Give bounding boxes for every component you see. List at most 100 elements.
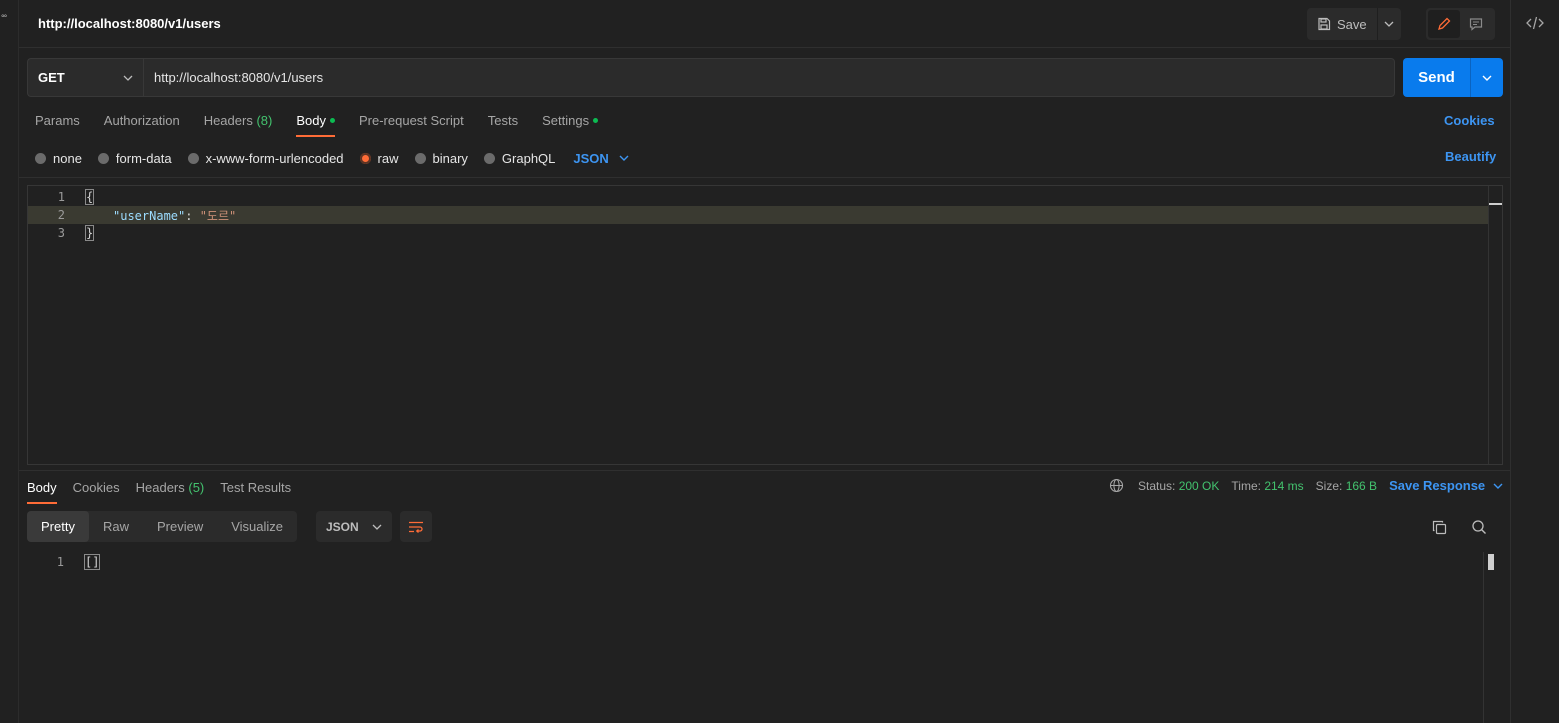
radio-circle (414, 152, 426, 164)
editor-scrollbar[interactable] (1488, 186, 1502, 464)
size-label: Size: (1315, 478, 1343, 493)
view-raw-button[interactable]: Raw (89, 511, 143, 542)
radio-urlencoded[interactable]: x-www-form-urlencoded (187, 150, 344, 166)
size-indicator[interactable]: Size: 166 B (1316, 479, 1377, 493)
tab-authorization[interactable]: Authorization (104, 110, 180, 138)
status-value: 200 OK (1178, 478, 1220, 493)
save-button[interactable]: Save (1307, 8, 1377, 40)
save-options-button[interactable] (1376, 8, 1401, 40)
radio-circle (483, 152, 495, 164)
resp-tab-cookies[interactable]: Cookies (73, 477, 120, 503)
time-label: Time: (1231, 478, 1261, 493)
radio-circle-checked (359, 152, 371, 164)
comment-mode-button[interactable] (1460, 10, 1492, 38)
body-format-label: JSON (573, 150, 609, 166)
radio-label: none (53, 150, 82, 166)
code-line-active: 2 "userName": "도르" (28, 206, 1488, 224)
body-type-options: none form-data x-www-form-urlencoded raw… (35, 149, 629, 167)
radio-circle (35, 152, 46, 164)
resp-tab-headers[interactable]: Headers (5) (136, 477, 205, 503)
tab-body[interactable]: Body (296, 110, 335, 138)
chevron-down-icon (1482, 75, 1492, 81)
radio-label: raw (377, 150, 399, 166)
code-line: 1 [] (27, 553, 1487, 571)
request-title[interactable]: http://localhost:8080/v1/users (38, 16, 221, 31)
save-label: Save (1337, 16, 1367, 32)
code-text: { (85, 189, 95, 205)
tab-params[interactable]: Params (35, 110, 80, 138)
scrollbar-thumb[interactable] (1488, 554, 1494, 570)
edit-mode-button[interactable] (1428, 10, 1460, 38)
wrap-lines-button[interactable] (400, 511, 432, 542)
scrollbar-thumb[interactable] (1489, 203, 1502, 205)
radio-binary[interactable]: binary (414, 150, 468, 166)
radio-label: GraphQL (501, 150, 556, 166)
send-options-button[interactable] (1470, 58, 1503, 97)
search-icon (1472, 520, 1486, 534)
status-indicator[interactable]: Status: 200 OK (1138, 479, 1219, 493)
request-body-editor[interactable]: 1 { 2 "userName": "도르" 3 } (27, 185, 1503, 465)
resp-tab-body[interactable]: Body (27, 477, 57, 504)
globe-icon[interactable] (1109, 478, 1124, 493)
body-format-select[interactable]: JSON (573, 150, 629, 166)
url-input[interactable] (143, 58, 1395, 97)
wrap-lines-icon (409, 521, 423, 533)
view-pretty-button[interactable]: Pretty (27, 511, 89, 542)
tab-headers[interactable]: Headers (8) (204, 110, 273, 138)
radio-form-data[interactable]: form-data (97, 151, 172, 166)
response-format-label: JSON (326, 519, 359, 534)
response-json: [] (84, 554, 101, 570)
chevron-down-icon (372, 524, 382, 530)
chevron-down-icon (1384, 21, 1394, 27)
tab-tests[interactable]: Tests (488, 110, 518, 138)
bracket-match: } (85, 225, 95, 241)
search-button[interactable] (1468, 516, 1490, 538)
request-tabs: Params Authorization Headers (8) Body Pr… (35, 110, 622, 138)
radio-graphql[interactable]: GraphQL (483, 150, 556, 166)
cookies-link[interactable]: Cookies (1444, 113, 1495, 128)
bracket-match: { (85, 189, 95, 205)
response-scrollbar[interactable] (1483, 552, 1497, 723)
left-sidebar-strip: °° (0, 0, 19, 723)
comment-icon (1469, 18, 1483, 31)
request-workspace: http://localhost:8080/v1/users Save GET … (19, 0, 1510, 723)
code-snippet-icon[interactable] (1526, 15, 1544, 31)
line-number: 1 (57, 190, 65, 204)
chevron-down-icon (123, 75, 133, 81)
radio-label: x-www-form-urlencoded (205, 150, 344, 166)
view-visualize-button[interactable]: Visualize (217, 511, 297, 542)
save-response-label: Save Response (1389, 478, 1486, 493)
view-preview-button[interactable]: Preview (143, 511, 217, 542)
radio-raw[interactable]: raw (359, 150, 399, 166)
response-body-viewer[interactable]: 1 [] (27, 552, 1497, 723)
request-header: http://localhost:8080/v1/users Save (19, 0, 1510, 48)
json-key: "userName" (113, 208, 186, 223)
tab-headers-label: Headers (203, 113, 253, 128)
beautify-link[interactable]: Beautify (1445, 149, 1496, 164)
pencil-icon (1438, 17, 1451, 30)
collapse-dots-icon[interactable]: °° (1, 13, 7, 23)
mode-toggle (1426, 8, 1495, 40)
chevron-down-icon (1493, 483, 1503, 489)
radio-label: binary (432, 150, 468, 166)
code-line: 3 } (28, 224, 1488, 242)
divider (19, 470, 1510, 471)
modified-dot (329, 118, 335, 124)
copy-button[interactable] (1428, 516, 1450, 538)
time-value: 214 ms (1264, 478, 1304, 493)
tab-settings[interactable]: Settings (542, 110, 599, 138)
divider (19, 177, 1510, 178)
response-format-select[interactable]: JSON (316, 511, 392, 542)
tab-pre-request-script[interactable]: Pre-request Script (359, 110, 464, 138)
time-indicator[interactable]: Time: 214 ms (1231, 479, 1303, 493)
code-text: [] (84, 554, 101, 570)
radio-none[interactable]: none (35, 151, 82, 166)
modified-dot (593, 118, 599, 124)
chevron-down-icon (619, 155, 629, 161)
save-response-button[interactable]: Save Response (1389, 478, 1503, 493)
method-select[interactable]: GET (27, 58, 143, 97)
tab-settings-label: Settings (542, 113, 590, 128)
resp-tab-test-results[interactable]: Test Results (220, 477, 291, 503)
send-button[interactable]: Send (1403, 58, 1470, 97)
code-text: "userName": "도르" (113, 207, 236, 224)
